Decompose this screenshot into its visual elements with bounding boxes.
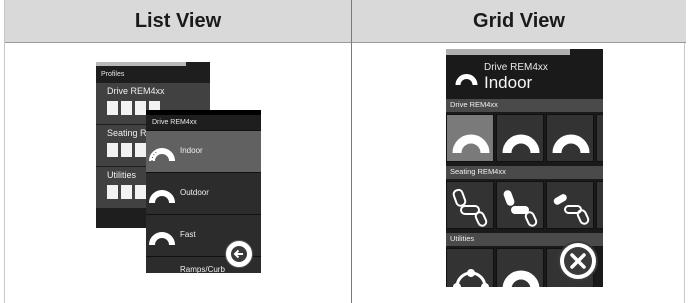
profiles-title: Profiles <box>101 71 125 78</box>
speed-gauge-icon <box>455 74 478 86</box>
device-name: Drive REM4xx <box>484 62 548 73</box>
section-label: Utilities <box>450 234 475 243</box>
status-bar <box>146 110 261 115</box>
tile-seating-more[interactable] <box>596 181 603 229</box>
list-item-label: Ramps/Curb <box>180 265 225 273</box>
tile-seating-recline[interactable] <box>496 181 544 229</box>
speed-gauge-icon <box>552 134 590 154</box>
tile-utility-2[interactable] <box>496 248 544 287</box>
speed-gauge-icon <box>149 190 175 204</box>
section-label: Seating REM4xx <box>450 167 506 176</box>
section-label: Drive REM4xx <box>450 100 498 109</box>
header-divider <box>5 42 686 43</box>
battery-bar <box>446 49 570 55</box>
speed-gauge-icon <box>452 134 490 154</box>
section-seating: Seating REM4xx <box>446 166 603 179</box>
speed-gauge-icon <box>502 134 540 154</box>
list-item-outdoor[interactable]: Outdoor <box>146 172 261 214</box>
list-view-header: List View <box>5 0 351 42</box>
speed-gauge-icon <box>502 270 540 287</box>
x-icon <box>564 247 592 275</box>
column-divider <box>351 0 352 303</box>
close-button[interactable] <box>558 241 598 281</box>
list-item-indoor[interactable]: Indoor <box>146 130 261 172</box>
drive-list-title: Drive REM4xx <box>152 119 197 126</box>
profile-row-label: Utilities <box>107 170 137 180</box>
tile-drive-indoor[interactable] <box>446 114 494 162</box>
arrow-left-icon <box>231 246 247 262</box>
seat-legrest-icon <box>553 194 590 225</box>
list-item-label: Fast <box>180 230 196 239</box>
seat-recline-icon <box>503 190 538 227</box>
active-profile: Indoor <box>484 73 533 92</box>
tile-seating-legs[interactable] <box>546 181 594 229</box>
battery-bar <box>96 62 186 66</box>
list-item-label: Outdoor <box>180 188 209 197</box>
seat-tilt-icon <box>452 188 488 227</box>
tile-seating-tilt[interactable] <box>446 181 494 229</box>
speed-gauge-icon <box>149 148 175 162</box>
back-button[interactable] <box>225 240 253 268</box>
tile-utility-1[interactable] <box>446 248 494 287</box>
profile-row-label: Drive REM4xx <box>107 86 165 96</box>
tile-drive-more[interactable] <box>596 114 603 162</box>
speed-gauge-icon <box>149 265 175 273</box>
tile-drive-outdoor[interactable] <box>496 114 544 162</box>
list-item-label: Indoor <box>180 146 203 155</box>
tile-drive-fast[interactable] <box>546 114 594 162</box>
bluetooth-nodes-icon <box>453 269 489 287</box>
grid-view-header: Grid View <box>352 0 686 42</box>
speed-gauge-icon <box>149 232 175 246</box>
section-drive: Drive REM4xx <box>446 99 603 112</box>
